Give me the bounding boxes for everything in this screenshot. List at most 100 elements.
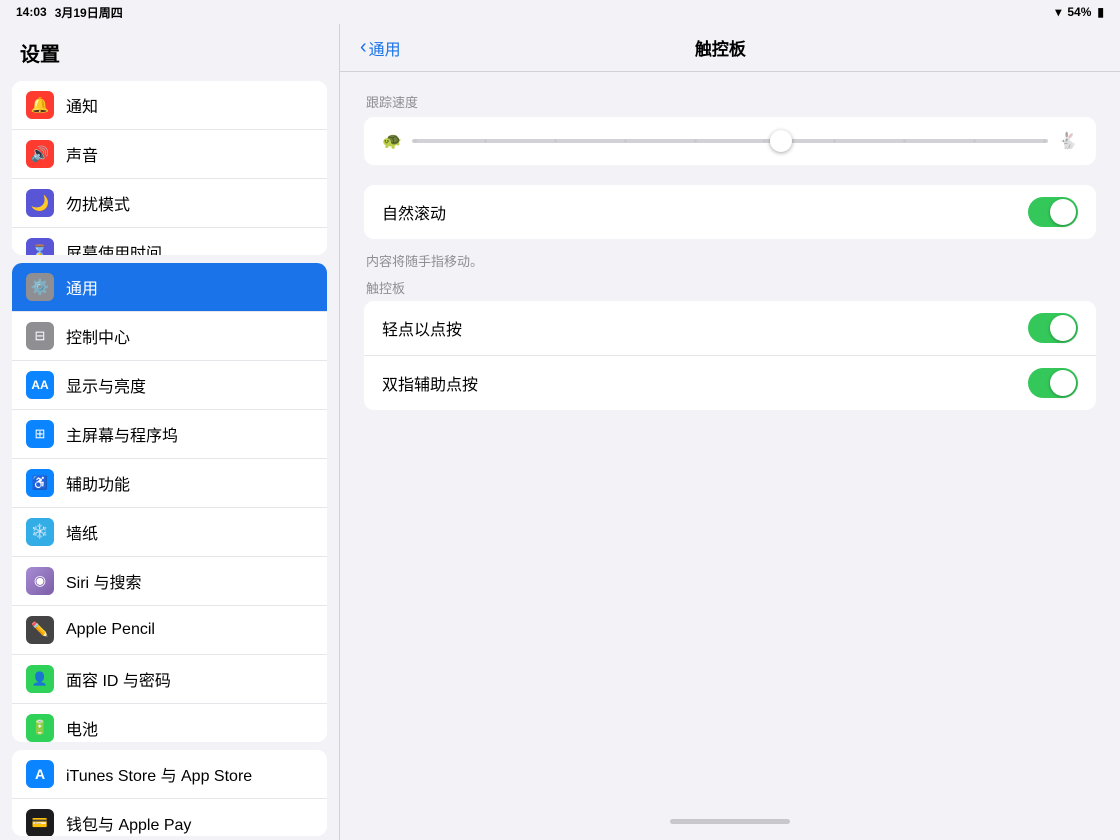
sidebar-section-3: A iTunes Store 与 App Store 💳 钱包与 Apple P…: [12, 750, 327, 836]
display-label: 显示与亮度: [66, 373, 146, 397]
apple-pencil-icon: ✏️: [26, 616, 54, 644]
face-id-label: 面容 ID 与密码: [66, 667, 171, 691]
natural-scroll-section: 自然滚动: [364, 185, 1096, 239]
screen-time-icon: ⌛: [26, 238, 54, 255]
settings-content: 跟踪速度 🐢: [340, 72, 1120, 462]
back-chevron-icon: ‹: [360, 36, 367, 59]
sidebar-item-siri[interactable]: ◉ Siri 与搜索: [12, 557, 327, 606]
sidebar-item-homescreen[interactable]: ⊞ 主屏幕与程序坞: [12, 410, 327, 459]
sidebar: 设置 🔔 通知 🔊 声音 🌙 勿扰模式 ⌛ 屏幕使用时间 ⚙️: [0, 24, 340, 840]
toggle-thumb: [1050, 199, 1076, 225]
face-id-icon: 👤: [26, 665, 54, 693]
slider-card: 🐢 🐇: [364, 117, 1096, 165]
wallpaper-icon: ❄️: [26, 518, 54, 546]
status-time: 14:03: [16, 5, 47, 19]
sidebar-item-screen-time[interactable]: ⌛ 屏幕使用时间: [12, 228, 327, 255]
sidebar-item-accessibility[interactable]: ♿ 辅助功能: [12, 459, 327, 508]
slider-dots: [412, 140, 1048, 143]
natural-scroll-label: 自然滚动: [382, 200, 1028, 224]
back-button[interactable]: ‹ 通用: [360, 36, 401, 60]
sidebar-item-wallet[interactable]: 💳 钱包与 Apple Pay: [12, 799, 327, 836]
general-icon: ⚙️: [26, 273, 54, 301]
sidebar-section-1: 🔔 通知 🔊 声音 🌙 勿扰模式 ⌛ 屏幕使用时间: [12, 81, 327, 255]
slider-dot: [833, 140, 836, 143]
scroll-indicator: [670, 819, 790, 824]
tap-to-click-toggle[interactable]: [1028, 313, 1078, 343]
content-area: ‹ 通用 触控板 跟踪速度 🐢: [340, 24, 1120, 840]
battery-sidebar-icon: 🔋: [26, 714, 54, 742]
trackpad-toggles-section: 轻点以点按 双指辅助点按: [364, 301, 1096, 410]
slider-dot: [484, 140, 487, 143]
sidebar-item-apple-pencil[interactable]: ✏️ Apple Pencil: [12, 606, 327, 655]
wallet-label: 钱包与 Apple Pay: [66, 811, 191, 835]
slider-dot: [763, 140, 766, 143]
siri-icon: ◉: [26, 567, 54, 595]
slider-slow-icon: 🐢: [382, 131, 402, 151]
status-date: 3月19日周四: [55, 4, 123, 21]
slider-dot: [1043, 140, 1046, 143]
two-finger-label: 双指辅助点按: [382, 371, 1028, 395]
two-finger-row: 双指辅助点按: [364, 356, 1096, 410]
sounds-label: 声音: [66, 142, 98, 166]
slider-dot: [694, 140, 697, 143]
status-left: 14:03 3月19日周四: [16, 4, 123, 21]
sidebar-item-wallpaper[interactable]: ❄️ 墙纸: [12, 508, 327, 557]
slider-dot: [554, 140, 557, 143]
itunes-icon: A: [26, 760, 54, 788]
slider-fast-icon: 🐇: [1058, 131, 1078, 151]
apple-pencil-label: Apple Pencil: [66, 621, 155, 639]
sounds-icon: 🔊: [26, 140, 54, 168]
slider-dot: [624, 140, 627, 143]
two-finger-toggle-thumb: [1050, 370, 1076, 396]
siri-label: Siri 与搜索: [66, 569, 142, 593]
speed-slider[interactable]: [412, 139, 1048, 143]
nav-bar: ‹ 通用 触控板: [340, 24, 1120, 72]
battery-icon: ▮: [1097, 5, 1104, 19]
two-finger-toggle[interactable]: [1028, 368, 1078, 398]
status-right: ▾ 54% ▮: [1055, 5, 1104, 19]
natural-scroll-toggle[interactable]: [1028, 197, 1078, 227]
dnd-icon: 🌙: [26, 189, 54, 217]
sidebar-item-dnd[interactable]: 🌙 勿扰模式: [12, 179, 327, 228]
sidebar-item-itunes[interactable]: A iTunes Store 与 App Store: [12, 750, 327, 799]
back-label: 通用: [369, 36, 401, 60]
itunes-label: iTunes Store 与 App Store: [66, 762, 252, 786]
general-label: 通用: [66, 275, 98, 299]
accessibility-icon: ♿: [26, 469, 54, 497]
battery-level: 54%: [1067, 5, 1091, 19]
screen-time-label: 屏幕使用时间: [66, 240, 162, 255]
natural-scroll-row: 自然滚动: [364, 185, 1096, 239]
notifications-label: 通知: [66, 93, 98, 117]
sidebar-section-2: ⚙️ 通用 ⊟ 控制中心 AA 显示与亮度 ⊞ 主屏幕与程序坞 ♿ 辅助功能 ❄…: [12, 263, 327, 742]
wallpaper-label: 墙纸: [66, 520, 98, 544]
slider-dot: [903, 140, 906, 143]
sidebar-item-face-id[interactable]: 👤 面容 ID 与密码: [12, 655, 327, 704]
sidebar-item-sounds[interactable]: 🔊 声音: [12, 130, 327, 179]
sidebar-item-battery[interactable]: 🔋 电池: [12, 704, 327, 742]
sidebar-item-control-center[interactable]: ⊟ 控制中心: [12, 312, 327, 361]
hint-text: 内容将随手指移动。: [364, 245, 1096, 270]
wallet-icon: 💳: [26, 809, 54, 836]
speed-section-label: 跟踪速度: [364, 92, 1096, 111]
tap-toggle-thumb: [1050, 315, 1076, 341]
slider-thumb[interactable]: [770, 130, 792, 152]
status-bar: 14:03 3月19日周四 ▾ 54% ▮: [0, 0, 1120, 24]
slider-dot: [973, 140, 976, 143]
slider-dot: [414, 140, 417, 143]
dnd-label: 勿扰模式: [66, 191, 130, 215]
wifi-icon: ▾: [1055, 5, 1061, 19]
tap-to-click-label: 轻点以点按: [382, 316, 1028, 340]
homescreen-icon: ⊞: [26, 420, 54, 448]
notifications-icon: 🔔: [26, 91, 54, 119]
homescreen-label: 主屏幕与程序坞: [66, 422, 178, 446]
control-center-label: 控制中心: [66, 324, 130, 348]
sidebar-item-notifications[interactable]: 🔔 通知: [12, 81, 327, 130]
sidebar-title: 设置: [0, 24, 339, 77]
main-layout: 设置 🔔 通知 🔊 声音 🌙 勿扰模式 ⌛ 屏幕使用时间 ⚙️: [0, 24, 1120, 840]
tap-to-click-row: 轻点以点按: [364, 301, 1096, 356]
page-title: 触控板: [401, 35, 1040, 60]
sidebar-item-display[interactable]: AA 显示与亮度: [12, 361, 327, 410]
display-icon: AA: [26, 371, 54, 399]
control-center-icon: ⊟: [26, 322, 54, 350]
sidebar-item-general[interactable]: ⚙️ 通用: [12, 263, 327, 312]
